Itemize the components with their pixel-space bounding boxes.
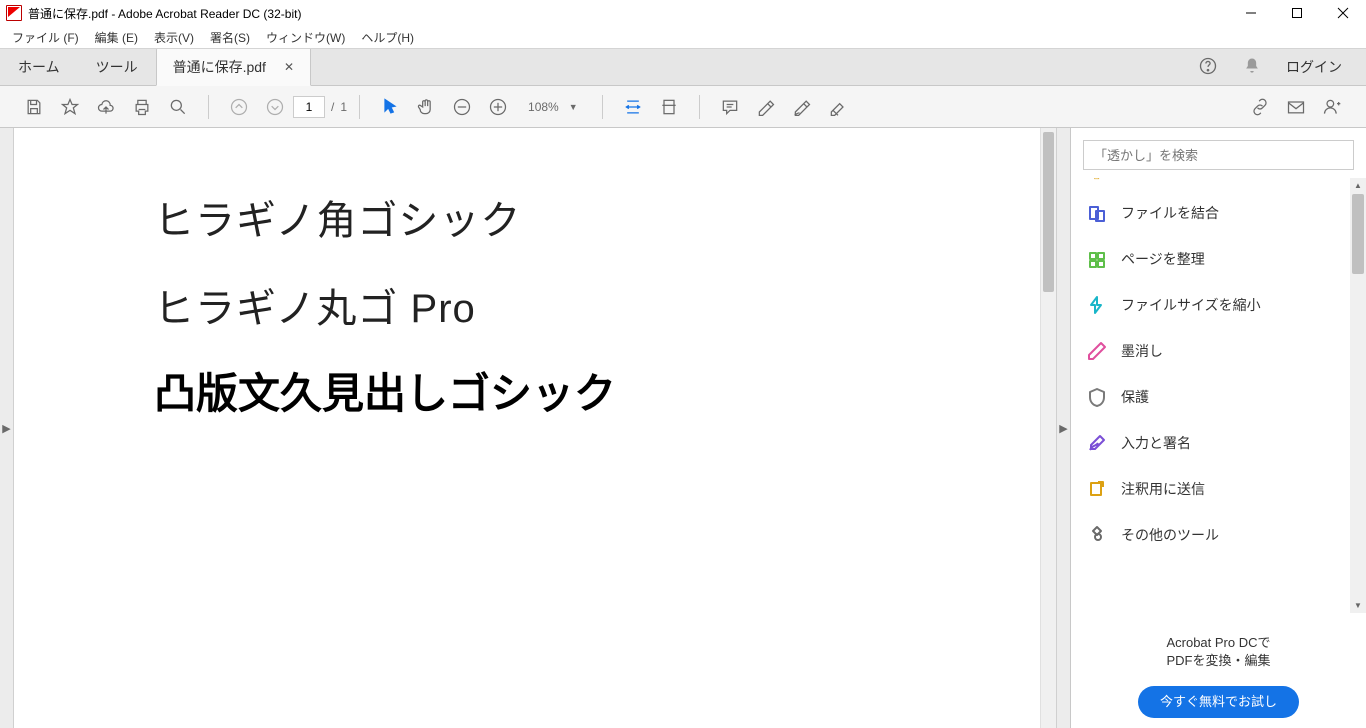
side-item-label: ファイルサイズを縮小 — [1121, 295, 1261, 315]
organize-icon — [1087, 249, 1107, 269]
tab-close-icon[interactable]: ✕ — [284, 60, 294, 74]
side-item-combine[interactable]: ファイルを結合 — [1071, 190, 1366, 236]
side-item-more-tools[interactable]: その他のツール — [1071, 512, 1366, 558]
page-total: 1 — [340, 100, 347, 114]
zoom-in-icon[interactable] — [480, 86, 516, 128]
share-link-icon[interactable] — [1242, 86, 1278, 128]
redact-icon — [1087, 341, 1107, 361]
side-item-organize[interactable]: ページを整理 — [1071, 236, 1366, 282]
help-icon[interactable] — [1198, 56, 1218, 79]
search-icon[interactable] — [160, 86, 196, 128]
draw-icon[interactable] — [784, 86, 820, 128]
compress-icon — [1087, 295, 1107, 315]
side-item-label: その他のツール — [1121, 525, 1219, 545]
right-gutter-collapse[interactable]: ▶ — [1056, 128, 1070, 728]
minimize-button[interactable] — [1228, 0, 1274, 26]
send-comment-icon — [1087, 479, 1107, 499]
side-item-label: 保護 — [1121, 387, 1149, 407]
side-item-label: 入力と署名 — [1121, 433, 1191, 453]
menu-sign[interactable]: 署名(S) — [202, 29, 258, 46]
erase-icon[interactable] — [820, 86, 856, 128]
left-gutter-expand[interactable]: ▶ — [0, 128, 14, 728]
hand-icon[interactable] — [408, 86, 444, 128]
tab-document-label: 普通に保存.pdf — [173, 57, 266, 77]
bell-icon[interactable] — [1242, 56, 1262, 79]
side-item-label: ファイルを結合 — [1121, 203, 1219, 223]
close-button[interactable] — [1320, 0, 1366, 26]
page-sep: / — [331, 100, 334, 114]
side-item-protect[interactable]: 保護 — [1071, 374, 1366, 420]
side-item-label: 墨消し — [1121, 341, 1163, 361]
zoom-value[interactable]: 108% — [528, 100, 559, 114]
print-icon[interactable] — [124, 86, 160, 128]
user-add-icon[interactable] — [1314, 86, 1350, 128]
tab-document[interactable]: 普通に保存.pdf ✕ — [156, 49, 311, 86]
side-item-label: ページを整理 — [1121, 249, 1205, 269]
side-item-fill-sign[interactable]: 入力と署名 — [1071, 420, 1366, 466]
fit-page-icon[interactable] — [651, 86, 687, 128]
side-item-label: 注釈用に送信 — [1121, 479, 1205, 499]
menu-view[interactable]: 表示(V) — [146, 29, 202, 46]
side-item-partial[interactable] — [1071, 178, 1366, 190]
doc-scrollbar[interactable] — [1040, 128, 1056, 728]
side-item-send-comment[interactable]: 注釈用に送信 — [1071, 466, 1366, 512]
tool-search-input[interactable] — [1094, 148, 1343, 163]
menu-window[interactable]: ウィンドウ(W) — [258, 29, 353, 46]
promo-trial-button[interactable]: 今すぐ無料でお試し — [1138, 686, 1299, 718]
zoom-dropdown-icon[interactable]: ▼ — [569, 102, 578, 112]
menu-edit[interactable]: 編集 (E) — [87, 29, 146, 46]
menu-file[interactable]: ファイル (F) — [4, 29, 87, 46]
note-icon — [1087, 178, 1107, 190]
star-icon[interactable] — [52, 86, 88, 128]
tool-search[interactable] — [1083, 140, 1354, 170]
tab-home[interactable]: ホーム — [0, 49, 78, 85]
tab-tools[interactable]: ツール — [78, 49, 156, 85]
doc-line-2: ヒラギノ丸ゴ Pro — [154, 276, 1040, 334]
highlight-icon[interactable] — [748, 86, 784, 128]
doc-line-3: 凸版文久見出しゴシック — [154, 360, 1040, 421]
combine-icon — [1087, 203, 1107, 223]
window-title: 普通に保存.pdf - Adobe Acrobat Reader DC (32-… — [28, 5, 301, 22]
comment-icon[interactable] — [712, 86, 748, 128]
more-tools-icon — [1087, 525, 1107, 545]
login-button[interactable]: ログイン — [1286, 57, 1342, 77]
protect-icon — [1087, 387, 1107, 407]
email-icon[interactable] — [1278, 86, 1314, 128]
acrobat-logo-icon — [6, 5, 22, 21]
page-down-icon[interactable] — [257, 86, 293, 128]
doc-line-1: ヒラギノ角ゴシック — [154, 188, 1040, 246]
promo-line-2: PDFを変換・編集 — [1087, 652, 1350, 670]
fit-width-icon[interactable] — [615, 86, 651, 128]
side-scrollbar[interactable]: ▲ ▼ — [1350, 178, 1366, 613]
side-item-redact[interactable]: 墨消し — [1071, 328, 1366, 374]
page-up-icon[interactable] — [221, 86, 257, 128]
save-icon[interactable] — [16, 86, 52, 128]
maximize-button[interactable] — [1274, 0, 1320, 26]
side-item-compress[interactable]: ファイルサイズを縮小 — [1071, 282, 1366, 328]
page-current-input[interactable] — [293, 96, 325, 118]
menu-help[interactable]: ヘルプ(H) — [353, 29, 422, 46]
document-page: ヒラギノ角ゴシック ヒラギノ丸ゴ Pro 凸版文久見出しゴシック — [14, 128, 1040, 728]
fill-sign-icon — [1087, 433, 1107, 453]
promo-line-1: Acrobat Pro DCで — [1087, 634, 1350, 652]
cloud-icon[interactable] — [88, 86, 124, 128]
zoom-out-icon[interactable] — [444, 86, 480, 128]
selection-arrow-icon[interactable] — [372, 86, 408, 128]
